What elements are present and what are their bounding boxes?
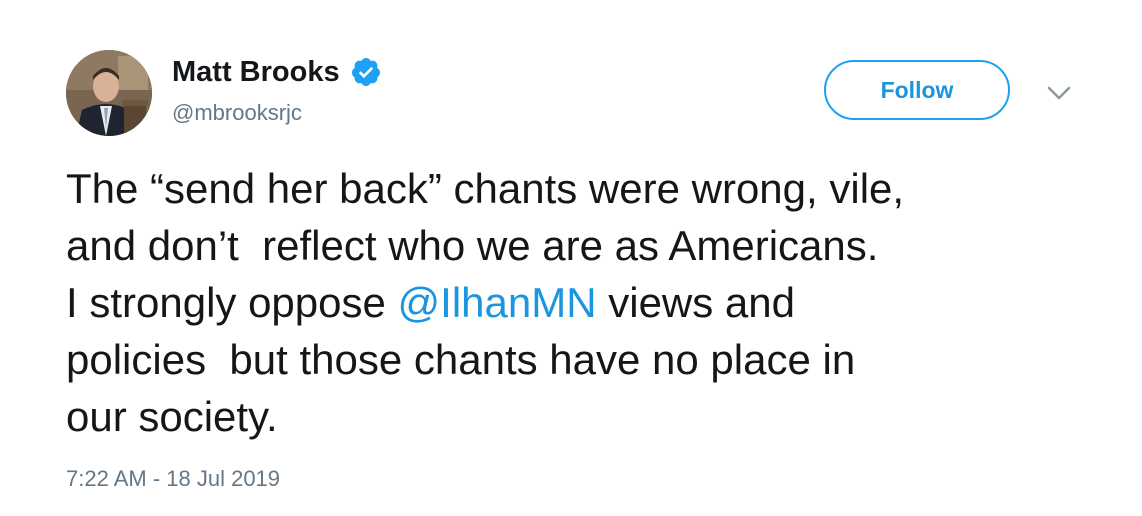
tweet-card: Matt Brooks @mbrooksrjc Follow The “send… xyxy=(0,0,1142,516)
tweet-line: and don’t reflect who we are as American… xyxy=(66,222,879,269)
avatar[interactable] xyxy=(66,50,152,136)
chevron-down-icon[interactable] xyxy=(1046,84,1072,102)
user-handle[interactable]: @mbrooksrjc xyxy=(172,100,302,126)
mention-link[interactable]: @IlhanMN xyxy=(398,279,597,326)
tweet-line-prefix: I strongly oppose xyxy=(66,279,398,326)
tweet-line-suffix: views and xyxy=(596,279,795,326)
follow-button[interactable]: Follow xyxy=(824,60,1010,120)
verified-badge-icon xyxy=(350,56,382,88)
tweet-line: The “send her back” chants were wrong, v… xyxy=(66,165,905,212)
tweet-timestamp[interactable]: 7:22 AM - 18 Jul 2019 xyxy=(66,466,280,492)
tweet-text: The “send her back” chants were wrong, v… xyxy=(66,160,1116,445)
avatar-image xyxy=(66,50,152,136)
tweet-line: our society. xyxy=(66,393,278,440)
tweet-line: policies but those chants have no place … xyxy=(66,336,856,383)
author-name-row[interactable]: Matt Brooks xyxy=(172,54,382,90)
display-name[interactable]: Matt Brooks xyxy=(172,56,340,89)
